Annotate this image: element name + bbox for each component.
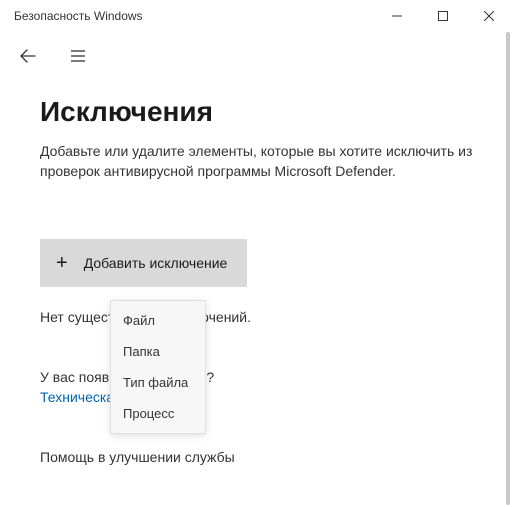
scrollbar[interactable] — [506, 32, 510, 505]
content-area: Исключения Добавьте или удалите элементы… — [0, 74, 512, 465]
question-block: У вас появились вопросы? Техническая под… — [40, 369, 478, 407]
page-description: Добавьте или удалите элементы, которые в… — [40, 142, 478, 181]
maximize-button[interactable] — [420, 0, 466, 32]
titlebar: Безопасность Windows — [0, 0, 512, 32]
add-button-label: Добавить исключение — [84, 255, 228, 271]
hamburger-icon — [69, 47, 87, 65]
help-block: Помощь в улучшении службы — [40, 449, 478, 465]
dropdown-item-file[interactable]: Файл — [111, 305, 205, 336]
minimize-button[interactable] — [374, 0, 420, 32]
question-text: У вас появились вопросы? — [40, 369, 478, 385]
status-text: Нет существующих исключений. — [40, 309, 478, 325]
dropdown-item-folder[interactable]: Папка — [111, 336, 205, 367]
menu-button[interactable] — [64, 42, 92, 70]
plus-icon: + — [56, 253, 68, 273]
back-button[interactable] — [14, 42, 42, 70]
page-title: Исключения — [40, 96, 478, 128]
help-heading: Помощь в улучшении службы — [40, 449, 478, 465]
back-arrow-icon — [19, 47, 37, 65]
dropdown-item-filetype[interactable]: Тип файла — [111, 367, 205, 398]
maximize-icon — [438, 11, 448, 21]
close-button[interactable] — [466, 0, 512, 32]
dropdown-item-process[interactable]: Процесс — [111, 398, 205, 429]
add-exclusion-dropdown: Файл Папка Тип файла Процесс — [110, 300, 206, 434]
minimize-icon — [392, 11, 402, 21]
close-icon — [484, 11, 494, 21]
window-title: Безопасность Windows — [14, 9, 143, 23]
add-exclusion-button[interactable]: + Добавить исключение — [40, 239, 247, 287]
window-controls — [374, 0, 512, 32]
nav-row — [0, 32, 512, 74]
